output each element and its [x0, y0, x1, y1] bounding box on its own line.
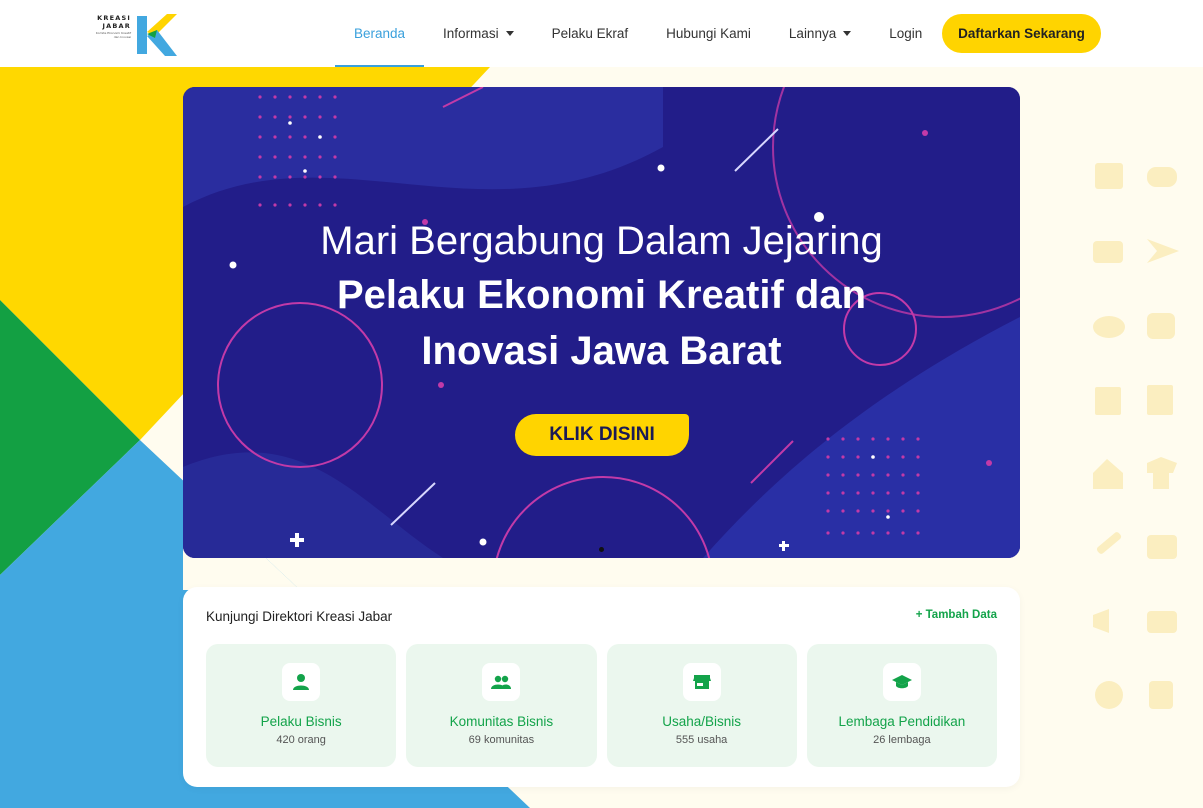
logo-subtitle: Komite Ekonomi Kreatif dan Inovasi	[95, 31, 131, 39]
directory-title: Kunjungi Direktori Kreasi Jabar	[206, 609, 393, 624]
hero-heading-line3: Inovasi Jawa Barat	[421, 329, 782, 373]
tile-count: 26 lembaga	[873, 734, 931, 746]
nav-item-login[interactable]: Login	[870, 0, 941, 67]
logo-wordmark: KREASI JABAR Komite Ekonomi Kreatif dan …	[95, 14, 131, 39]
tambah-data-link[interactable]: + Tambah Data	[916, 609, 997, 621]
nav-label-pelaku-ekraf: Pelaku Ekraf	[551, 26, 629, 41]
person-icon	[282, 663, 321, 701]
daftarkan-sekarang-button[interactable]: Daftarkan Sekarang	[942, 14, 1101, 53]
nav-item-pelaku-ekraf[interactable]: Pelaku Ekraf	[533, 0, 648, 67]
tile-label: Pelaku Bisnis	[260, 714, 342, 729]
nav-label-beranda: Beranda	[354, 26, 406, 41]
directory-tile-lembaga-pendidikan[interactable]: Lembaga Pendidikan 26 lembaga	[806, 644, 997, 767]
tile-label: Lembaga Pendidikan	[838, 714, 966, 729]
caret-down-icon	[505, 31, 514, 36]
kreasi-jabar-logo[interactable]: KREASI JABAR Komite Ekonomi Kreatif dan …	[95, 12, 177, 58]
directory-tile-pelaku-bisnis[interactable]: Pelaku Bisnis 420 orang	[206, 644, 397, 767]
nav-item-lainnya[interactable]: Lainnya	[770, 0, 870, 67]
directory-tile-komunitas-bisnis[interactable]: Komunitas Bisnis 69 komunitas	[406, 644, 597, 767]
top-navbar: KREASI JABAR Komite Ekonomi Kreatif dan …	[0, 0, 1203, 67]
hero-heading-line2: Pelaku Ekonomi Kreatif dan	[336, 273, 867, 317]
store-icon	[682, 663, 721, 701]
tile-count: 69 komunitas	[468, 734, 535, 746]
hero-heading: Mari Bergabung Dalam Jejaring Pelaku Eko…	[183, 215, 1020, 379]
caret-down-icon	[843, 31, 852, 36]
directory-tile-usaha-bisnis[interactable]: Usaha/Bisnis 555 usaha	[606, 644, 797, 767]
nav-label-informasi: Informasi	[443, 26, 499, 41]
klik-disini-button[interactable]: KLIK DISINI	[515, 414, 689, 456]
tile-count: 555 usaha	[675, 734, 728, 746]
logo-line1: KREASI	[97, 14, 131, 22]
carousel-indicator[interactable]	[599, 547, 604, 552]
nav-item-hubungi-kami[interactable]: Hubungi Kami	[647, 0, 770, 67]
nav-item-informasi[interactable]: Informasi	[424, 0, 533, 67]
group-icon	[482, 663, 521, 701]
directory-card: Kunjungi Direktori Kreasi Jabar + Tambah…	[183, 587, 1020, 787]
decorative-side-icons	[1085, 155, 1195, 735]
logo-line2: JABAR	[102, 22, 131, 30]
directory-tiles: Pelaku Bisnis 420 orang Komunitas Bisnis…	[206, 644, 997, 767]
nav-label-lainnya: Lainnya	[788, 26, 837, 41]
nav-label-login: Login	[889, 26, 923, 41]
graduation-cap-icon	[882, 663, 921, 701]
tile-label: Komunitas Bisnis	[449, 714, 554, 729]
hero-banner: Mari Bergabung Dalam Jejaring Pelaku Eko…	[183, 87, 1020, 558]
main-nav: Beranda Informasi Pelaku Ekraf Hubungi K…	[335, 0, 941, 67]
nav-item-beranda[interactable]: Beranda	[335, 0, 425, 67]
tile-label: Usaha/Bisnis	[662, 714, 742, 729]
tile-count: 420 orang	[276, 734, 326, 746]
nav-label-hubungi-kami: Hubungi Kami	[666, 26, 751, 41]
hero-heading-line1: Mari Bergabung Dalam Jejaring	[320, 219, 883, 263]
logo-k-mark-icon	[137, 14, 177, 56]
